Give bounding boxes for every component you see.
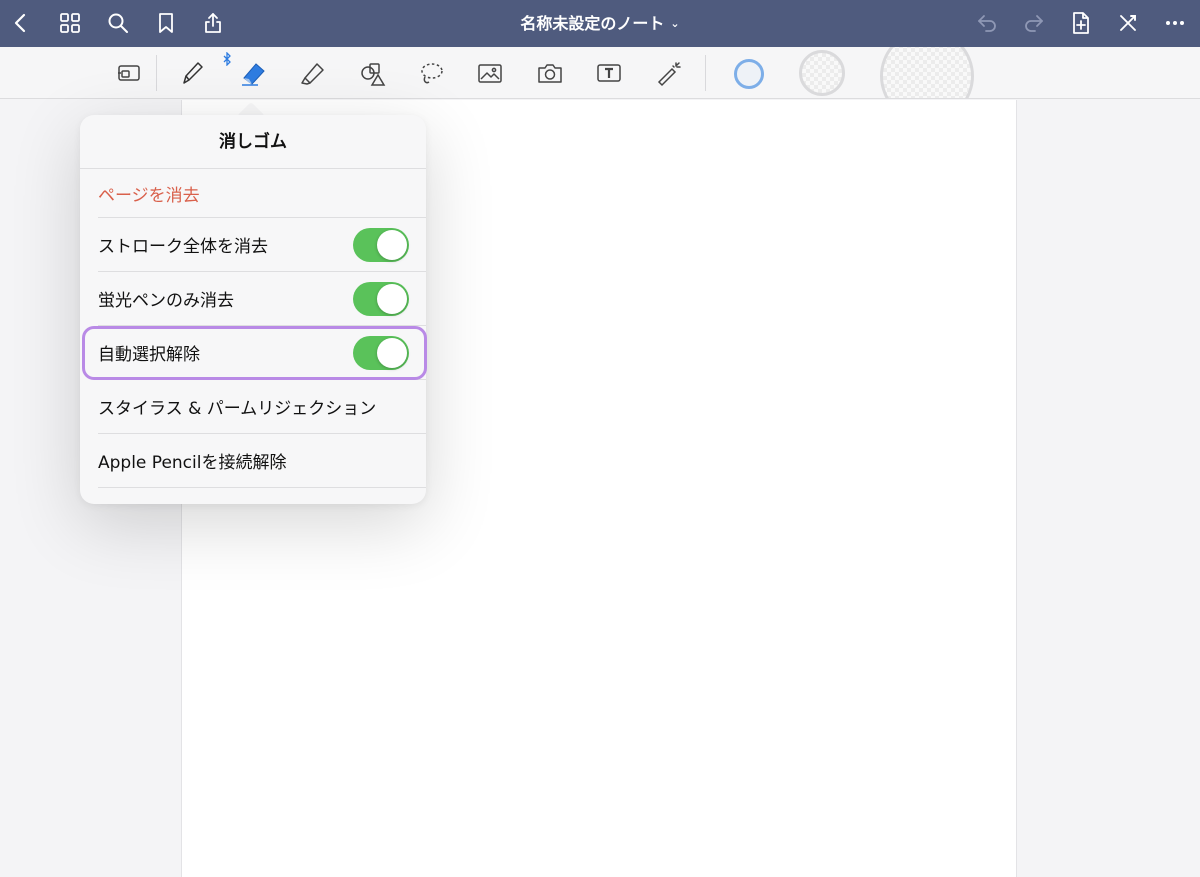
toolbar-divider — [705, 55, 706, 91]
eraser-size-large[interactable] — [880, 47, 974, 98]
clear-page-button[interactable]: ページを消去 — [98, 169, 426, 218]
auto-deselect-row: 自動選択解除 — [98, 326, 426, 380]
back-chevron-icon[interactable] — [6, 8, 36, 38]
eraser-icon[interactable] — [236, 57, 270, 89]
top-navigation-bar: 名称未設定のノート ⌄ — [0, 0, 1200, 47]
search-icon[interactable] — [103, 8, 133, 38]
camera-icon[interactable] — [533, 57, 567, 89]
toolbar-divider — [156, 55, 157, 91]
erase-entire-stroke-row: ストローク全体を消去 — [98, 218, 426, 272]
close-pen-icon[interactable] — [1113, 8, 1143, 38]
document-title-text: 名称未設定のノート — [520, 14, 665, 33]
pen-icon[interactable] — [175, 57, 209, 89]
lasso-icon[interactable] — [414, 57, 448, 89]
text-icon[interactable] — [592, 57, 626, 89]
erase-entire-stroke-toggle[interactable] — [353, 228, 409, 262]
add-page-icon[interactable] — [1066, 8, 1096, 38]
toggle-knob — [377, 338, 407, 368]
stylus-palm-rejection-item[interactable]: スタイラス & パームリジェクション — [98, 380, 426, 434]
bookmark-icon[interactable] — [151, 8, 181, 38]
auto-deselect-toggle[interactable] — [353, 336, 409, 370]
more-icon[interactable] — [1160, 8, 1190, 38]
zoom-window-icon[interactable] — [111, 57, 145, 89]
highlighter-icon[interactable] — [295, 57, 329, 89]
eraser-size-small[interactable] — [734, 59, 764, 89]
drawing-toolbar — [0, 47, 1200, 99]
toggle-knob — [377, 284, 407, 314]
erase-highlighter-only-row: 蛍光ペンのみ消去 — [98, 272, 426, 326]
grid-icon[interactable] — [55, 8, 85, 38]
toggle-knob — [377, 230, 407, 260]
document-title-button[interactable]: 名称未設定のノート ⌄ — [520, 14, 679, 33]
disconnect-apple-pencil-item[interactable]: Apple Pencilを接続解除 — [98, 434, 426, 488]
eraser-settings-popover: 消しゴム ページを消去 ストローク全体を消去 蛍光ペンのみ消去 自動選択解除 ス… — [80, 115, 426, 504]
image-icon[interactable] — [473, 57, 507, 89]
clear-page-label: ページを消去 — [98, 185, 200, 206]
popover-title: 消しゴム — [80, 115, 426, 169]
shapes-icon[interactable] — [354, 57, 388, 89]
chevron-down-icon: ⌄ — [670, 17, 680, 30]
erase-highlighter-only-toggle[interactable] — [353, 282, 409, 316]
laser-pointer-icon[interactable] — [652, 57, 686, 89]
stylus-palm-rejection-label: スタイラス & パームリジェクション — [98, 399, 377, 419]
eraser-size-medium[interactable] — [799, 50, 845, 96]
undo-icon[interactable] — [972, 8, 1002, 38]
share-icon[interactable] — [198, 8, 228, 38]
disconnect-apple-pencil-label: Apple Pencilを接続解除 — [98, 453, 287, 473]
bluetooth-icon — [223, 52, 231, 66]
redo-icon[interactable] — [1019, 8, 1049, 38]
